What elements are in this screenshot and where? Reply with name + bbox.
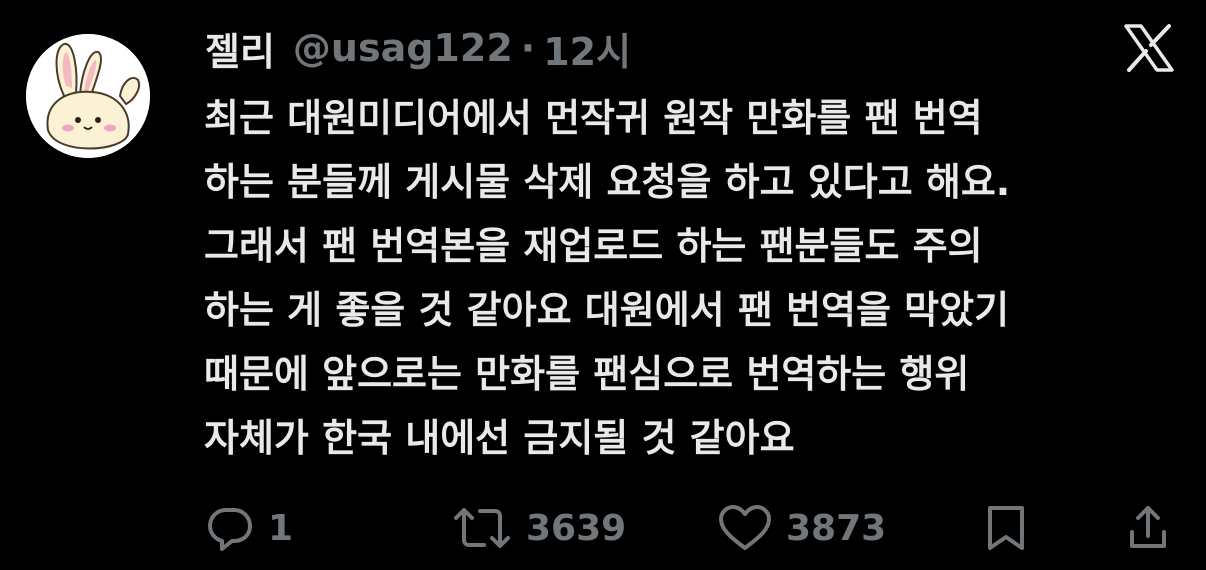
- like-count: 3873: [786, 507, 887, 549]
- tweet: 젤리 @usag122 · 12시 최근 대원미디어에서 먼작귀 원작 만화를 …: [0, 0, 1206, 570]
- tweet-text-line: 그래서 팬 번역본을 재업로드 하는 팬분들도 주의: [204, 224, 983, 268]
- retweet-button[interactable]: 3639: [452, 498, 626, 558]
- retweet-icon: [454, 508, 510, 548]
- share-button[interactable]: [1128, 498, 1168, 558]
- timestamp[interactable]: 12시: [543, 21, 631, 76]
- action-bar: 1 3639 3873: [0, 498, 1206, 558]
- separator-dot: ·: [520, 26, 536, 70]
- reply-count: 1: [268, 507, 294, 549]
- heart-icon: [719, 505, 771, 550]
- tweet-header: 젤리 @usag122 · 12시: [205, 18, 631, 78]
- like-button[interactable]: 3873: [718, 498, 886, 558]
- tweet-text-line: 자체가 한국 내에선 금지될 것 같아요: [204, 416, 795, 460]
- avatar[interactable]: [26, 34, 150, 158]
- x-logo-icon: [1124, 24, 1174, 72]
- tweet-text-line: 최근 대원미디어에서 먼작귀 원작 만화를 팬 번역: [204, 96, 983, 140]
- retweet-count: 3639: [526, 507, 627, 549]
- display-name[interactable]: 젤리: [205, 21, 275, 76]
- user-handle[interactable]: @usag122: [293, 26, 513, 70]
- tweet-text-line: 하는 분들께 게시물 삭제 요청을 하고 있다고 해요.: [204, 160, 1011, 204]
- tweet-text-line: 하는 게 좋을 것 같아요 대원에서 팬 번역을 막았기: [204, 288, 1010, 332]
- bookmark-icon: [988, 506, 1024, 550]
- tweet-text: 최근 대원미디어에서 먼작귀 원작 만화를 팬 번역 하는 분들께 게시물 삭제…: [204, 86, 1194, 470]
- share-icon: [1130, 506, 1166, 548]
- reply-icon: [208, 508, 252, 551]
- bunny-avatar-icon: [26, 34, 150, 158]
- reply-button[interactable]: 1: [206, 498, 293, 558]
- tweet-text-line: 때문에 앞으로는 만화를 팬심으로 번역하는 행위: [204, 352, 970, 396]
- bookmark-button[interactable]: [986, 498, 1026, 558]
